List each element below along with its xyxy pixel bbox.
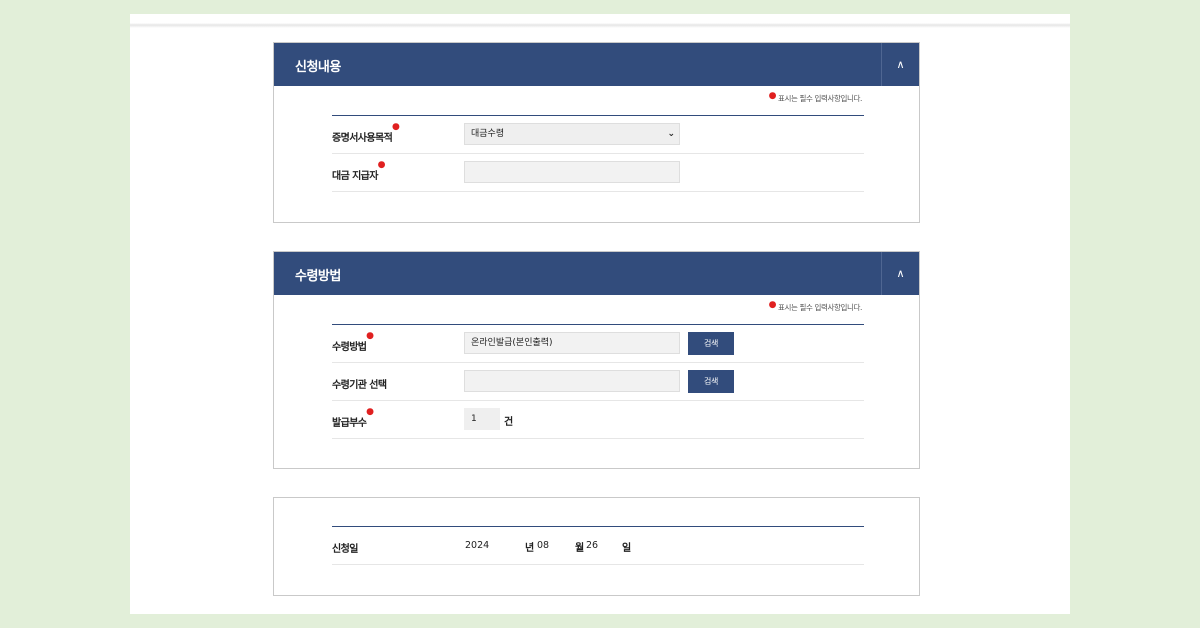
payer-input[interactable] xyxy=(464,161,680,183)
required-dot-icon: ● xyxy=(366,407,374,417)
top-bar xyxy=(130,14,1070,28)
required-dot-icon: ● xyxy=(391,122,400,132)
application-panel: 신청내용 ∧ ● 표시는 필수 입력사항입니다. 증명서사용목적 ● 대금수령 ⌄ … xyxy=(273,42,920,223)
copies-input[interactable]: 1 xyxy=(464,408,500,430)
page-content: 신청내용 ∧ ● 표시는 필수 입력사항입니다. 증명서사용목적 ● 대금수령 ⌄ … xyxy=(130,14,1070,614)
required-dot-icon: ● xyxy=(366,331,374,341)
payer-label: 대금 지급자 ● xyxy=(332,160,386,182)
method-field[interactable]: 온라인발급(본인출력) xyxy=(464,332,680,354)
purpose-select[interactable]: 대금수령 ⌄ xyxy=(464,123,680,145)
panel-title: 수령방법 xyxy=(295,269,341,284)
payer-row: 대금 지급자 ● xyxy=(332,154,864,192)
month-unit: 월 xyxy=(575,543,585,554)
panel-title: 신청내용 xyxy=(295,60,341,75)
purpose-label: 증명서사용목적 ● xyxy=(332,122,400,144)
agency-row: 수령기관 선택 검색 xyxy=(332,363,864,401)
chevron-down-icon: ⌄ xyxy=(667,129,675,139)
year-unit: 년 xyxy=(525,543,535,554)
required-dot-icon: ● xyxy=(768,91,777,101)
method-label: 수령방법 ● xyxy=(332,331,374,353)
application-panel-header: 신청내용 ∧ xyxy=(274,43,919,86)
month-value: 08 xyxy=(537,540,550,551)
agency-search-button[interactable]: 검색 xyxy=(688,370,734,393)
year-value: 2024 xyxy=(465,540,490,551)
agency-field[interactable] xyxy=(464,370,680,392)
required-note: ● 표시는 필수 입력사항입니다. xyxy=(768,300,863,312)
chevron-up-icon: ∧ xyxy=(896,58,905,71)
day-unit: 일 xyxy=(622,543,632,554)
date-label: 신청일 xyxy=(332,544,358,555)
copies-unit: 건 xyxy=(504,417,514,428)
collapse-button[interactable]: ∧ xyxy=(881,43,919,86)
agency-label: 수령기관 선택 xyxy=(332,380,387,391)
method-search-button[interactable]: 검색 xyxy=(688,332,734,355)
receipt-panel: 수령방법 ∧ ● 표시는 필수 입력사항입니다. 수령방법 ● 온라인발급(본인출력… xyxy=(273,251,920,469)
collapse-button[interactable]: ∧ xyxy=(881,252,919,295)
required-dot-icon: ● xyxy=(377,160,386,170)
day-value: 26 xyxy=(586,540,599,551)
copies-row: 발급부수 ● 1 건 xyxy=(332,401,864,439)
date-panel: 신청일 2024 년 08 월 26 일 xyxy=(273,497,920,596)
receipt-panel-header: 수령방법 ∧ xyxy=(274,252,919,295)
copies-label: 발급부수 ● xyxy=(332,407,374,429)
chevron-up-icon: ∧ xyxy=(896,267,905,280)
purpose-row: 증명서사용목적 ● 대금수령 ⌄ xyxy=(332,116,864,154)
required-note: ● 표시는 필수 입력사항입니다. xyxy=(768,91,863,103)
date-row: 신청일 2024 년 08 월 26 일 xyxy=(332,527,864,565)
required-dot-icon: ● xyxy=(768,300,777,310)
method-row: 수령방법 ● 온라인발급(본인출력) 검색 xyxy=(332,325,864,363)
